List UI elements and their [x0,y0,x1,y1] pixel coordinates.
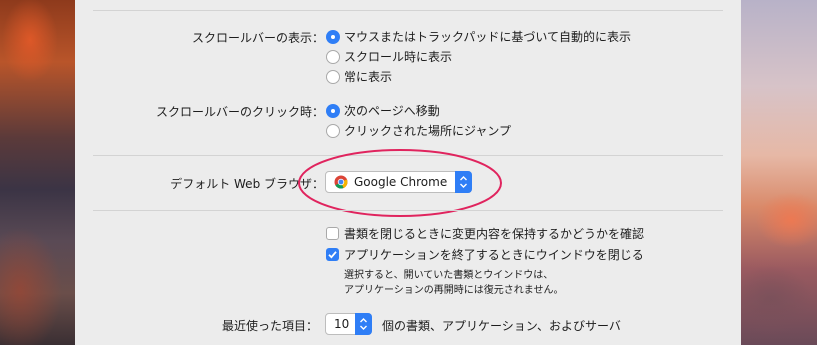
checkbox-label: アプリケーションを終了するときにウインドウを閉じる [344,248,644,262]
recent-items-popup[interactable]: 10 [325,313,372,335]
radio-label: スクロール時に表示 [344,50,453,64]
radio-scrollbar-when-scrolling[interactable]: スクロール時に表示 [326,48,452,65]
desktop-wallpaper-right [741,0,817,345]
close-windows-note: 選択すると、開いていた書類とウインドウは、 アプリケーションの再開時には復元され… [344,268,564,298]
radio-click-next-page[interactable]: 次のページへ移動 [326,102,440,119]
checkbox[interactable] [326,248,339,261]
divider [93,210,723,211]
recent-items-value: 10 [334,317,350,331]
annotation-circle [298,149,502,217]
radio-label: 次のページへ移動 [344,104,440,118]
general-preferences-panel: スクロールバーの表示： マウスまたはトラックパッドに基づいて自動的に表示 スクロ… [75,0,741,345]
radio-scrollbar-always[interactable]: 常に表示 [326,68,392,85]
scrollbar-display-label: スクロールバーの表示： [191,31,324,45]
note-line: アプリケーションの再開時には復元されません。 [344,285,564,296]
radio-button[interactable] [326,29,340,44]
checkbox[interactable] [326,227,339,240]
recent-items-suffix: 個の書類、アプリケーション、およびサーバ [382,319,621,333]
radio-button[interactable] [326,49,340,64]
radio-button[interactable] [326,103,340,118]
checkbox-label: 書類を閉じるときに変更内容を保持するかどうかを確認 [344,227,645,241]
checkbox-ask-keep-changes[interactable]: 書類を閉じるときに変更内容を保持するかどうかを確認 [326,225,644,242]
desktop-wallpaper-left [0,0,75,345]
checkmark-icon [328,251,337,259]
radio-label: マウスまたはトラックパッドに基づいて自動的に表示 [344,30,632,44]
radio-button[interactable] [326,69,340,84]
radio-label: クリックされた場所にジャンプ [344,124,512,138]
popup-arrows-icon [355,313,372,335]
scrollbar-click-label: スクロールバーのクリック時： [155,105,324,119]
radio-label: 常に表示 [344,70,393,84]
divider [93,10,723,11]
radio-scrollbar-auto[interactable]: マウスまたはトラックパッドに基づいて自動的に表示 [326,28,631,45]
recent-items-label: 最近使った項目： [221,319,318,333]
checkbox-close-windows[interactable]: アプリケーションを終了するときにウインドウを閉じる [326,246,644,263]
radio-button[interactable] [326,123,340,138]
note-line: 選択すると、開いていた書類とウインドウは、 [344,270,554,281]
radio-click-jump[interactable]: クリックされた場所にジャンプ [326,122,511,139]
